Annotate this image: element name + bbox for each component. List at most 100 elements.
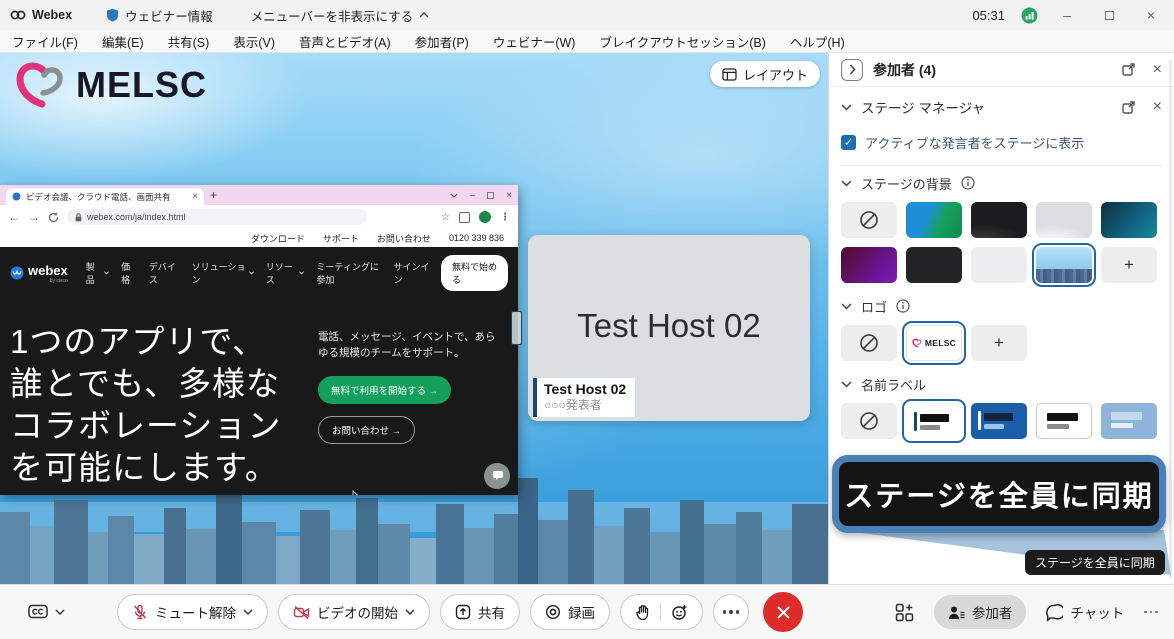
url-text: webex.com/ja/index.html: [87, 212, 186, 222]
side-panel-icon[interactable]: [459, 212, 470, 223]
name-label-none-option[interactable]: [841, 403, 897, 439]
site-nav-devices[interactable]: デバイス: [149, 260, 180, 286]
background-add-button[interactable]: +: [1101, 247, 1157, 283]
name-label-style1-option-selected[interactable]: [906, 403, 962, 439]
site-join-meeting-link[interactable]: ミーティングに参加: [316, 260, 383, 286]
layout-button-label: レイアウト: [743, 65, 808, 84]
minimize-button[interactable]: –: [1054, 5, 1080, 25]
name-label-section-header[interactable]: 名前ラベル: [829, 367, 1174, 401]
new-tab-button[interactable]: +: [210, 188, 217, 202]
mouse-cursor: [352, 490, 363, 495]
webex-site-logo[interactable]: webexby cisco: [10, 263, 68, 284]
tab-close-icon[interactable]: ×: [192, 191, 198, 202]
start-video-button[interactable]: ビデオの開始: [278, 594, 430, 630]
hide-menubar-button[interactable]: メニューバーを非表示にする: [251, 6, 430, 25]
more-panels-icon[interactable]: [1144, 611, 1158, 614]
link-contact[interactable]: お問い合わせ: [377, 232, 431, 245]
site-start-free-button[interactable]: 無料で始める: [441, 255, 508, 291]
info-icon[interactable]: [961, 176, 975, 190]
browser-minimize-button[interactable]: –: [470, 190, 476, 201]
chat-toggle-button[interactable]: チャット: [1046, 602, 1124, 622]
browser-tab[interactable]: ビデオ会議、クラウド電話、画面共有 ×: [6, 188, 204, 205]
close-button[interactable]: ×: [1138, 5, 1164, 25]
titlebar: Webex ウェビナー情報 メニューバーを非表示にする 05:31 – ×: [0, 0, 1174, 30]
link-support[interactable]: サポート: [323, 232, 359, 245]
raise-hand-icon[interactable]: [635, 604, 650, 620]
stage-manager-header[interactable]: ステージ マネージャ ×: [829, 87, 1174, 127]
background-teal-option[interactable]: [1101, 202, 1157, 238]
phone-number[interactable]: 0120 339 836: [449, 233, 504, 243]
background-dark-wave-option[interactable]: [971, 202, 1027, 238]
site-nav-pricing[interactable]: 価格: [121, 260, 137, 286]
menu-view[interactable]: 表示(V): [233, 32, 275, 51]
active-speaker-row: ✓ アクティブな発言者をステージに表示: [829, 127, 1174, 157]
site-chat-widget-button[interactable]: [484, 463, 510, 489]
unmute-button[interactable]: ミュート解除: [117, 594, 268, 630]
background-gray-option[interactable]: [971, 247, 1027, 283]
background-bluegreen-option[interactable]: [906, 202, 962, 238]
info-icon[interactable]: [896, 299, 910, 313]
background-purple-option[interactable]: [841, 247, 897, 283]
captions-control[interactable]: [28, 604, 65, 620]
name-label-style2-option[interactable]: [971, 403, 1027, 439]
site-nav-solutions[interactable]: ソリューション: [192, 260, 254, 286]
layout-button[interactable]: レイアウト: [710, 61, 820, 87]
browser-profile-avatar[interactable]: [479, 211, 491, 223]
background-none-option[interactable]: [841, 202, 897, 238]
menu-file[interactable]: ファイル(F): [12, 32, 78, 51]
link-download[interactable]: ダウンロード: [251, 232, 305, 245]
bookmark-star-icon[interactable]: ☆: [441, 212, 450, 223]
share-button[interactable]: 共有: [440, 594, 520, 630]
leave-meeting-button[interactable]: [763, 592, 803, 632]
background-city-option-selected[interactable]: [1036, 247, 1092, 283]
name-label-style4-option[interactable]: [1101, 403, 1157, 439]
site-signin-link[interactable]: サインイン: [393, 260, 431, 286]
record-button[interactable]: 録画: [530, 594, 610, 630]
webinar-info-button[interactable]: ウェビナー情報: [106, 6, 213, 25]
more-dots-icon: [723, 610, 739, 613]
logo-add-button[interactable]: +: [971, 325, 1027, 361]
connection-quality-icon[interactable]: [1021, 7, 1038, 24]
logo-none-option[interactable]: [841, 325, 897, 361]
stage-resize-handle[interactable]: [511, 311, 522, 345]
menu-help[interactable]: ヘルプ(H): [790, 32, 845, 51]
popout-panel-icon[interactable]: [1122, 63, 1135, 76]
menu-audio-video[interactable]: 音声とビデオ(A): [299, 32, 391, 51]
collapse-panel-button[interactable]: [841, 59, 863, 81]
background-black-option[interactable]: [906, 247, 962, 283]
participants-toggle-button[interactable]: 参加者: [934, 595, 1027, 629]
logo-section-header[interactable]: ロゴ: [829, 289, 1174, 323]
restore-button[interactable]: [1096, 5, 1122, 25]
more-options-button[interactable]: [713, 594, 749, 630]
logo-melsc-option-selected[interactable]: MELSC: [906, 325, 962, 361]
refresh-icon[interactable]: [48, 212, 59, 223]
browser-restore-button[interactable]: [487, 192, 494, 199]
browser-menu-chevron-icon[interactable]: [450, 193, 458, 198]
url-field[interactable]: webex.com/ja/index.html: [67, 209, 367, 225]
menu-breakout[interactable]: ブレイクアウトセッション(B): [599, 32, 765, 51]
site-nav-products[interactable]: 製品: [86, 260, 109, 286]
emoji-reaction-icon[interactable]: [671, 604, 688, 621]
participant-tile[interactable]: Test Host 02 Test Host 02 ○○○発表者: [528, 235, 810, 421]
back-icon[interactable]: ←: [8, 210, 20, 224]
sync-stage-button-magnified[interactable]: ステージを全員に同期: [832, 455, 1166, 533]
browser-close-button[interactable]: ×: [506, 190, 512, 201]
browser-more-icon[interactable]: ⋮: [500, 212, 510, 223]
menu-edit[interactable]: 編集(E): [102, 32, 144, 51]
background-section-header[interactable]: ステージの背景: [829, 166, 1174, 200]
site-contact-button[interactable]: お問い合わせ →: [318, 416, 415, 444]
close-stage-manager-icon[interactable]: ×: [1153, 98, 1162, 116]
active-speaker-checkbox[interactable]: ✓: [841, 135, 856, 150]
site-nav-resources[interactable]: リソース: [266, 260, 305, 286]
site-start-free-cta-button[interactable]: 無料で利用を開始する →: [318, 376, 451, 404]
popout-stage-manager-icon[interactable]: [1122, 101, 1135, 114]
forward-icon[interactable]: →: [28, 210, 40, 224]
menu-share[interactable]: 共有(S): [168, 32, 210, 51]
menu-participants[interactable]: 参加者(P): [415, 32, 469, 51]
close-panel-icon[interactable]: ×: [1153, 61, 1162, 79]
apps-icon[interactable]: [895, 603, 914, 622]
name-label-style3-option[interactable]: [1036, 403, 1092, 439]
background-light-wave-option[interactable]: [1036, 202, 1092, 238]
menu-webinar[interactable]: ウェビナー(W): [493, 32, 576, 51]
participants-icon: [948, 605, 965, 620]
